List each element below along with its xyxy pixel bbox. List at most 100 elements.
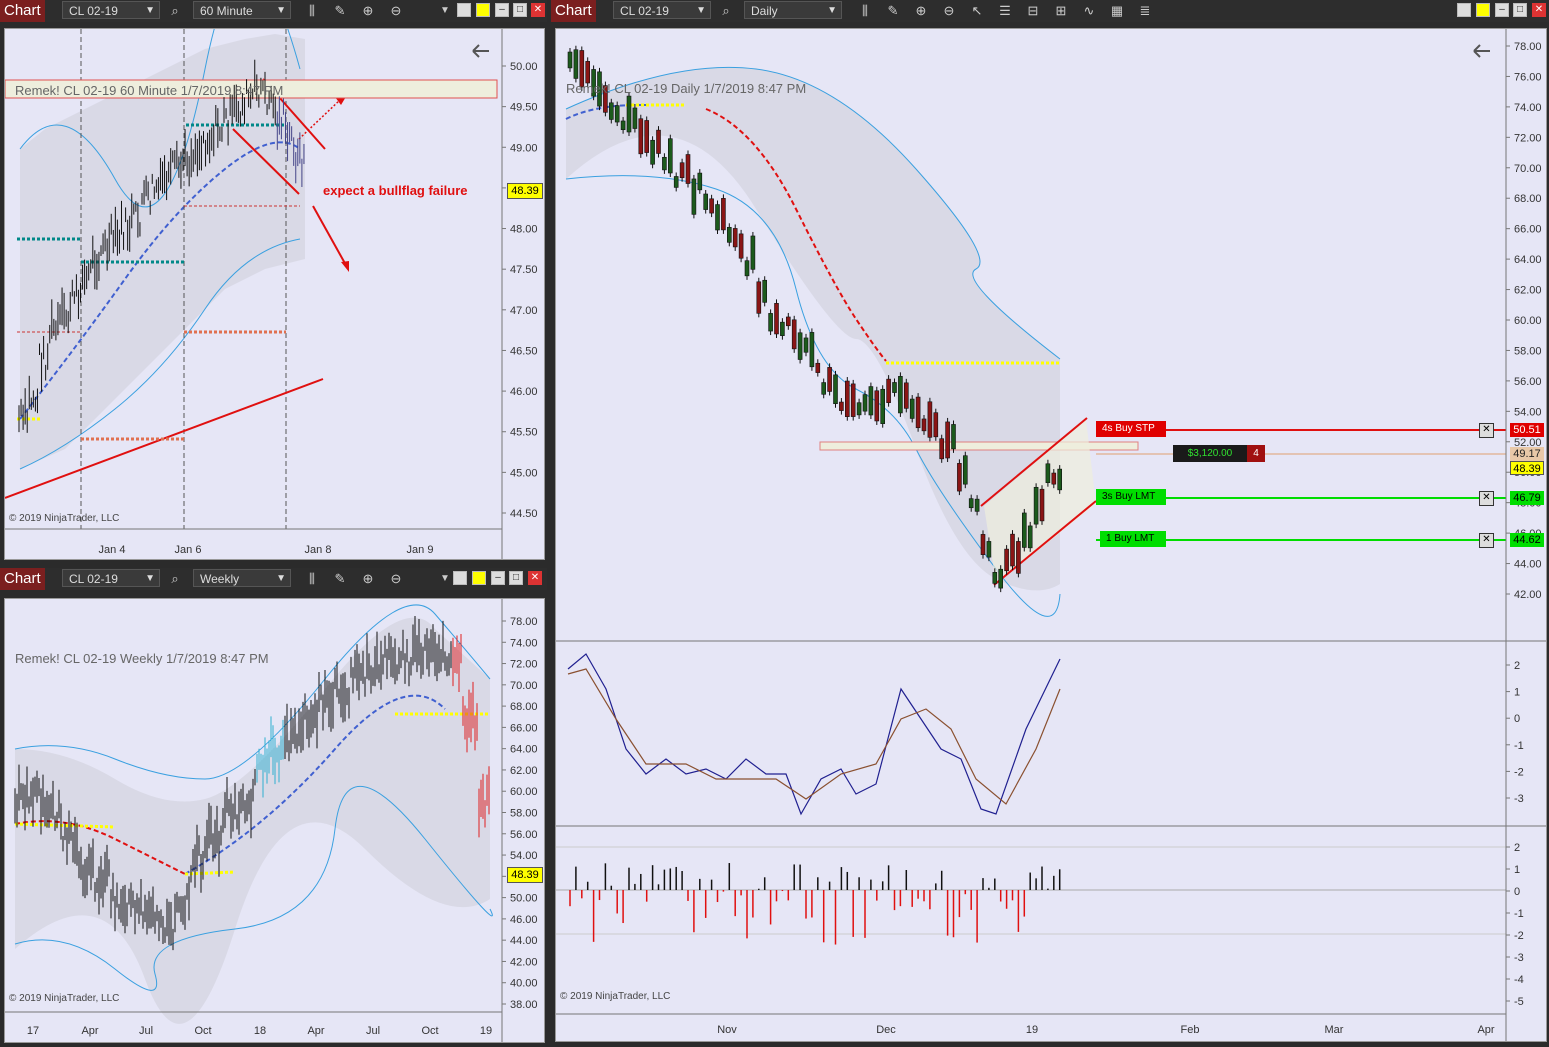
price-panel[interactable]: 78.00 76.00 74.00 72.00 70.00 68.00 66.00 64.00… [555, 28, 1547, 1042]
draw-tool-icon[interactable]: ✎ [884, 2, 902, 20]
instrument-select[interactable]: CL 02-19 ▼ [62, 1, 160, 19]
calculator-icon[interactable]: ▦ [1108, 2, 1126, 20]
candle-body [1010, 533, 1015, 567]
tile-icon[interactable] [1457, 3, 1471, 17]
order-tag-buy-limit-3[interactable]: 3s Buy LMT [1096, 489, 1166, 505]
cancel-order-icon[interactable]: ✕ [1479, 491, 1494, 506]
zoom-out-icon[interactable]: ⊖ [940, 2, 958, 20]
y-axis: 50.0049.5049.0048.5048.0047.5047.0046.50… [502, 61, 538, 520]
zoom-in-icon[interactable]: ⊕ [359, 2, 377, 20]
zoom-out-icon[interactable]: ⊖ [387, 2, 405, 20]
candle-body [915, 396, 921, 429]
search-icon[interactable]: ⌕ [717, 2, 735, 20]
daily-chart: 78.00 76.00 74.00 72.00 70.00 68.00 66.00 64.00… [556, 29, 1546, 1041]
candle-body [909, 398, 915, 419]
candle-body [998, 568, 1004, 589]
close-icon[interactable]: ✕ [531, 3, 545, 17]
order-tag-buy-limit-1[interactable]: 1 Buy LMT [1100, 531, 1166, 547]
chevron-down-icon: ▼ [276, 573, 286, 584]
zoom-in-icon[interactable]: ⊕ [359, 570, 377, 588]
tile-icon[interactable] [453, 571, 467, 585]
price-tag-stop: 50.51 [1510, 423, 1544, 437]
search-icon[interactable]: ⌕ [166, 2, 184, 20]
price-tag-last: 48.39 [1510, 461, 1544, 475]
price-panel[interactable]: 78.00 74.00 72.00 70.00 68.00 66.00 64.00 62.00… [4, 598, 545, 1043]
indicators-icon[interactable]: ∿ [1080, 2, 1098, 20]
properties-icon[interactable]: ☰ [996, 2, 1014, 20]
x-tick-label: 19 [480, 1025, 492, 1037]
y-tick-label: 45.00 [510, 467, 538, 479]
y-tick-label: 48.00 [510, 224, 538, 236]
candle-body [614, 105, 620, 123]
color-icon[interactable] [472, 571, 486, 585]
y-tick-label: 49.00 [510, 142, 538, 154]
candle-body [744, 260, 750, 277]
bar-type-icon[interactable]: ⫼ [303, 2, 321, 20]
bar-type-icon[interactable]: ⫼ [303, 570, 321, 588]
x-tick-label: 17 [27, 1025, 39, 1037]
x-axis: Jan 4 Jan 6 Jan 8 Jan 9 [99, 544, 434, 556]
templates-icon[interactable]: ⊟ [1024, 2, 1042, 20]
minimize-icon[interactable]: – [495, 3, 509, 17]
candle-body [644, 120, 649, 153]
chart-window-hourly: Chart CL 02-19 ▼ ⌕ 60 Minute ▼ ⫼ ✎ ⊕ ⊖ ▼ –… [0, 0, 547, 562]
color-icon[interactable] [1476, 3, 1490, 17]
candle-body [662, 156, 667, 171]
cancel-order-icon[interactable]: ✕ [1479, 423, 1494, 438]
candle-body [691, 178, 697, 215]
data-box-icon[interactable]: ≣ [1136, 2, 1154, 20]
chart-window-weekly: Chart CL 02-19 ▼ ⌕ Weekly ▼ ⫼ ✎ ⊕ ⊖ ▼ – □ … [0, 568, 547, 1045]
candle-body [727, 226, 732, 243]
zoom-in-icon[interactable]: ⊕ [912, 2, 930, 20]
maximize-icon[interactable]: □ [1513, 3, 1527, 17]
chevron-down-icon[interactable]: ▼ [436, 2, 454, 20]
chart-tab[interactable]: Chart [0, 568, 45, 590]
cancel-order-icon[interactable]: ✕ [1479, 533, 1494, 548]
maximize-icon[interactable]: □ [513, 3, 527, 17]
x-tick-label: Apr [307, 1025, 324, 1037]
period-select[interactable]: Weekly ▼ [193, 569, 291, 587]
x-tick-label: Jan 4 [99, 544, 126, 556]
candle-body [962, 455, 968, 485]
zoom-out-icon[interactable]: ⊖ [387, 570, 405, 588]
y-tick-label: 62.00 [1514, 285, 1542, 297]
candle-body [573, 49, 579, 79]
y-tick-label: 54.00 [510, 850, 538, 862]
draw-tool-icon[interactable]: ✎ [331, 2, 349, 20]
instrument-select[interactable]: CL 02-19 ▼ [613, 1, 711, 19]
x-tick-label: Dec [876, 1024, 896, 1036]
maximize-icon[interactable]: □ [509, 571, 523, 585]
chevron-down-icon[interactable]: ▼ [436, 570, 454, 588]
strategies-icon[interactable]: ⊞ [1052, 2, 1070, 20]
x-tick-label: Jan 8 [305, 544, 332, 556]
candle-body [697, 172, 703, 191]
tile-icon[interactable] [457, 3, 471, 17]
toolbar: Chart CL 02-19 ▼ ⌕ Weekly ▼ ⫼ ✎ ⊕ ⊖ ▼ – □ … [0, 568, 547, 590]
minimize-icon[interactable]: – [491, 571, 505, 585]
draw-tool-icon[interactable]: ✎ [331, 570, 349, 588]
x-tick-label: 18 [254, 1025, 266, 1037]
color-icon[interactable] [476, 3, 490, 17]
bar-type-icon[interactable]: ⫼ [856, 2, 874, 20]
search-icon[interactable]: ⌕ [166, 570, 184, 588]
pointer-icon[interactable]: ↖ [968, 2, 986, 20]
minimize-icon[interactable]: – [1495, 3, 1509, 17]
y-tick-label: 78.00 [510, 616, 538, 628]
order-tag-buy-stop[interactable]: 4s Buy STP [1096, 421, 1166, 437]
period-select[interactable]: 60 Minute ▼ [193, 1, 291, 19]
instrument-select[interactable]: CL 02-19 ▼ [62, 569, 160, 587]
close-icon[interactable]: ✕ [1532, 3, 1546, 17]
close-icon[interactable]: ✕ [528, 571, 542, 585]
position-quantity: 4 [1247, 445, 1265, 462]
price-panel[interactable]: 50.0049.5049.0048.5048.0047.5047.0046.50… [4, 0, 545, 560]
candle-body [968, 498, 974, 509]
period-select[interactable]: Daily ▼ [744, 1, 842, 19]
y-tick-label: 0 [1514, 886, 1520, 898]
y-tick-label: 38.00 [510, 999, 538, 1011]
y-tick-label: 68.00 [1514, 193, 1542, 205]
position-pnl[interactable]: $3,120.00 [1173, 445, 1247, 462]
chart-tab[interactable]: Chart [0, 0, 45, 22]
candle-body [933, 412, 939, 438]
chart-tab[interactable]: Chart [551, 0, 596, 22]
candle-body [1057, 468, 1063, 491]
